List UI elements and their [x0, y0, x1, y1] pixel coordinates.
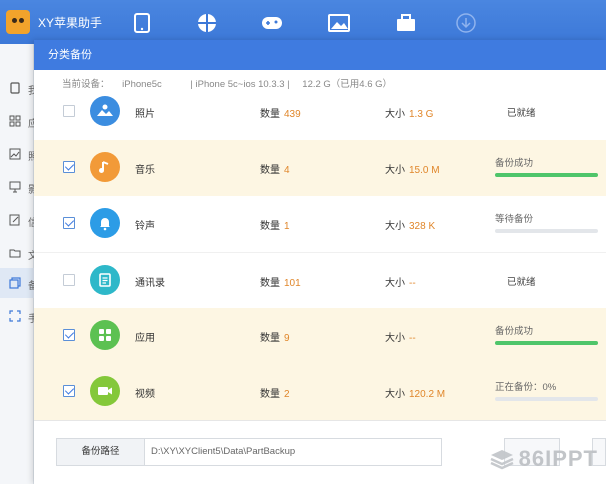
- sidebar-item-files[interactable]: 文: [0, 238, 34, 268]
- layers-icon: [490, 450, 514, 470]
- row-checkbox[interactable]: [63, 105, 75, 117]
- photo-icon: [90, 96, 120, 126]
- item-count: 数量 439: [260, 109, 301, 120]
- row-checkbox[interactable]: [63, 161, 75, 173]
- item-count: 数量 1: [260, 221, 290, 232]
- sidebar: 我 应 照 影 信 文 备 手: [0, 44, 34, 484]
- progress-bar: [495, 341, 598, 345]
- item-size: 大小 328 K: [385, 221, 436, 232]
- sidebar-item-photos[interactable]: 照: [0, 139, 34, 169]
- item-size: 大小 120.2 M: [385, 389, 446, 400]
- category-name: 应用: [135, 333, 155, 344]
- grid-icon: [9, 115, 21, 127]
- status-text: 已就绪: [507, 108, 536, 119]
- sidebar-item-backup[interactable]: 备: [0, 268, 34, 298]
- download-icon[interactable]: [455, 12, 477, 34]
- sidebar-item-media[interactable]: 影: [0, 172, 34, 202]
- phone-icon[interactable]: [131, 12, 153, 34]
- app-logo: [6, 10, 30, 34]
- item-count: 数量 101: [260, 278, 301, 289]
- gamepad-icon[interactable]: [261, 12, 283, 34]
- sidebar-item-phone[interactable]: 手: [0, 301, 34, 331]
- backup-path-field[interactable]: 备份路径 D:\XY\XYClient5\Data\PartBackup: [56, 438, 442, 466]
- item-size: 大小 --: [385, 333, 416, 344]
- item-count: 数量 2: [260, 389, 290, 400]
- list-item[interactable]: 照片 数量 439 大小 1.3 G 已就绪: [34, 84, 606, 140]
- apps-icon: [90, 320, 120, 350]
- backup-dialog: 分类备份 当前设备： iPhone5c | iPhone 5c~ios 10.3…: [34, 40, 606, 484]
- category-name: 照片: [135, 109, 155, 120]
- item-count: 数量 9: [260, 333, 290, 344]
- list-item[interactable]: 音乐 数量 4 大小 15.0 M 备份成功: [34, 140, 606, 196]
- edit-icon: [9, 214, 20, 226]
- video-icon: [90, 376, 120, 406]
- image-icon[interactable]: [328, 12, 350, 34]
- bell-icon: [90, 208, 120, 238]
- status-text: 正在备份：0%: [495, 382, 557, 393]
- category-name: 音乐: [135, 165, 155, 176]
- status-text: 已就绪: [507, 277, 536, 288]
- sidebar-item-apps[interactable]: 应: [0, 106, 34, 136]
- progress-bar: [495, 229, 598, 233]
- toolbox-icon[interactable]: [395, 12, 417, 34]
- watermark-text: 86IPPT: [518, 446, 598, 471]
- backup-path-value: D:\XY\XYClient5\Data\PartBackup: [151, 446, 296, 457]
- list-item[interactable]: 应用 数量 9 大小 -- 备份成功: [34, 308, 606, 364]
- progress-bar: [495, 397, 598, 401]
- apps-icon[interactable]: [196, 12, 218, 34]
- category-name: 通讯录: [135, 278, 165, 289]
- status-text: 备份成功: [495, 326, 534, 337]
- chart-icon: [9, 148, 21, 160]
- dialog-title: 分类备份: [34, 40, 606, 70]
- row-checkbox[interactable]: [63, 217, 75, 229]
- phone-icon: [10, 82, 20, 94]
- row-checkbox[interactable]: [63, 329, 75, 341]
- sidebar-item-info[interactable]: 信: [0, 205, 34, 235]
- progress-bar: [495, 173, 598, 177]
- status-text: 备份成功: [495, 158, 534, 169]
- list-item[interactable]: 通讯录 数量 101 大小 -- 已就绪: [34, 252, 606, 308]
- app-title: XY苹果助手: [38, 16, 103, 30]
- item-count: 数量 4: [260, 165, 290, 176]
- monitor-icon: [9, 181, 21, 193]
- music-icon: [90, 152, 120, 182]
- item-size: 大小 1.3 G: [385, 109, 434, 120]
- row-checkbox[interactable]: [63, 274, 75, 286]
- sidebar-item-my-device[interactable]: 我: [0, 73, 34, 103]
- app-topbar: XY苹果助手: [0, 0, 606, 44]
- list-item[interactable]: 铃声 数量 1 大小 328 K 等待备份: [34, 196, 606, 252]
- item-size: 大小 --: [385, 278, 416, 289]
- backup-path-label: 备份路径: [57, 439, 145, 465]
- row-checkbox[interactable]: [63, 385, 75, 397]
- status-text: 等待备份: [495, 214, 534, 225]
- category-name: 铃声: [135, 221, 155, 232]
- watermark: 86IPPT: [489, 446, 598, 472]
- list-item[interactable]: 视频 数量 2 大小 120.2 M 正在备份：0%: [34, 364, 606, 420]
- scan-icon: [9, 310, 21, 322]
- copy-icon: [9, 277, 21, 289]
- category-name: 视频: [135, 389, 155, 400]
- folder-icon: [9, 249, 21, 258]
- item-size: 大小 15.0 M: [385, 165, 440, 176]
- contacts-icon: [90, 265, 120, 295]
